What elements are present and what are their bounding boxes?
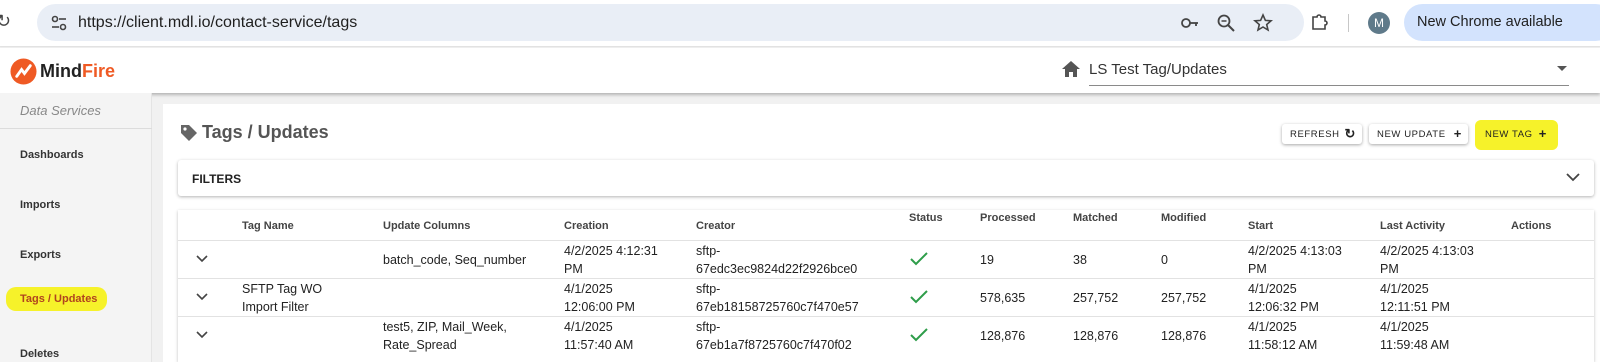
cell-creator: sftp- 67eb18158725760c7f470e57 [696, 282, 859, 314]
cell-creation: 4/1/2025 11:57:40 AM [564, 320, 634, 352]
cell-processed: 578,635 [980, 291, 1026, 305]
chevron-down-icon[interactable] [196, 293, 208, 301]
cell-creation: 4/2/2025 4:12:31 PM [564, 244, 658, 276]
new-update-label: NEW UPDATE [1377, 129, 1446, 140]
new-update-button[interactable]: NEW UPDATE + [1369, 124, 1468, 144]
project-select[interactable]: LS Test Tag/Updates [1089, 58, 1569, 86]
extensions-icon[interactable] [1309, 11, 1329, 31]
col-header-matched[interactable]: Matched [1073, 212, 1118, 224]
plus-icon: + [1453, 126, 1462, 141]
project-select-value: LS Test Tag/Updates [1089, 61, 1227, 78]
profile-avatar[interactable]: M [1368, 12, 1390, 34]
sidebar-item-exports[interactable]: Exports [20, 249, 61, 261]
brand-fire: Fire [82, 60, 116, 81]
reload-icon[interactable]: ↻ [0, 11, 11, 32]
brand-mind: Mind [40, 60, 82, 81]
tags-table: Tag Name Update Columns Creation Creator… [178, 210, 1594, 362]
status-check-icon [910, 328, 928, 342]
site-info-icon[interactable] [49, 13, 69, 33]
chevron-down-icon[interactable] [196, 331, 208, 339]
cell-matched: 128,876 [1073, 329, 1119, 343]
home-icon[interactable] [1061, 60, 1081, 78]
plus-icon: + [1538, 126, 1547, 141]
cell-start: 4/2/2025 4:13:03 PM [1248, 244, 1342, 276]
sidebar-section-title: Data Services [20, 103, 101, 118]
cell-start: 4/1/2025 11:58:12 AM [1248, 320, 1318, 352]
new-tag-label: NEW TAG [1485, 129, 1533, 140]
mindfire-logo[interactable]: MindFire [10, 57, 115, 85]
cell-creation: 4/1/2025 12:06:00 PM [564, 282, 635, 314]
sidebar-item-tags-updates[interactable]: Tags / Updates [6, 287, 108, 311]
sidebar-item-deletes[interactable]: Deletes [20, 348, 59, 360]
filters-label: FILTERS [192, 172, 242, 186]
cell-start: 4/1/2025 12:06:32 PM [1248, 282, 1319, 314]
mindfire-logo-icon [10, 57, 37, 85]
col-header-creator[interactable]: Creator [696, 220, 735, 232]
table-row[interactable]: batch_code, Seq_number 4/2/2025 4:12:31 P… [178, 240, 1594, 278]
sidebar-item-label: Tags / Updates [6, 287, 108, 311]
status-check-icon [910, 290, 928, 304]
col-header-tag-name[interactable]: Tag Name [242, 220, 294, 232]
sidebar-divider [0, 128, 152, 129]
table-row[interactable]: test5, ZIP, Mail_Week, Rate_Spread 4/1/20… [178, 316, 1594, 354]
col-header-processed[interactable]: Processed [980, 212, 1036, 224]
cell-tag-name: SFTP Tag WO Import Filter [242, 282, 323, 314]
cell-modified: 0 [1161, 253, 1168, 267]
password-key-icon[interactable] [1180, 13, 1200, 33]
col-header-actions: Actions [1511, 220, 1552, 232]
col-header-update-columns[interactable]: Update Columns [383, 220, 470, 232]
cell-matched: 38 [1073, 253, 1087, 267]
browser-toolbar: ↻ https://client.mdl.io/contact-service/… [0, 0, 1600, 47]
main-panel: Tags / Updates REFRESH ↻ NEW UPDATE + NE… [163, 104, 1600, 362]
col-header-last-activity[interactable]: Last Activity [1380, 220, 1445, 232]
cell-processed: 128,876 [980, 329, 1026, 343]
refresh-button[interactable]: REFRESH ↻ [1282, 124, 1362, 144]
sidebar: Data Services Dashboards Imports Exports… [0, 93, 152, 362]
app-header: MindFire LS Test Tag/Updates [0, 48, 1600, 93]
cell-last-activity: 4/2/2025 4:13:03 PM [1380, 244, 1474, 276]
refresh-icon: ↻ [1344, 126, 1356, 141]
zoom-icon[interactable] [1216, 13, 1236, 33]
col-header-status[interactable]: Status [909, 212, 943, 224]
status-check-icon [910, 252, 928, 266]
tag-icon [181, 125, 197, 141]
new-chrome-button[interactable]: New Chrome available [1404, 4, 1600, 41]
cell-last-activity: 4/1/2025 12:11:51 PM [1380, 282, 1450, 314]
cell-update-columns: batch_code, Seq_number [383, 253, 527, 267]
address-bar[interactable]: https://client.mdl.io/contact-service/ta… [37, 4, 1304, 41]
chevron-down-icon [1557, 66, 1567, 71]
url-text[interactable]: https://client.mdl.io/contact-service/ta… [78, 14, 357, 32]
chevron-down-icon[interactable] [1566, 172, 1580, 182]
filters-panel[interactable]: FILTERS [178, 160, 1594, 196]
page-title: Tags / Updates [202, 122, 329, 142]
cell-matched: 257,752 [1073, 291, 1119, 305]
toolbar-separator [1348, 14, 1349, 32]
cell-processed: 19 [980, 253, 994, 267]
table-row[interactable]: SFTP Tag WO Import Filter 4/1/2025 12:06:0… [178, 278, 1594, 316]
chevron-down-icon[interactable] [196, 255, 208, 263]
cell-modified: 257,752 [1161, 291, 1207, 305]
refresh-label: REFRESH [1290, 129, 1340, 140]
sidebar-item-imports[interactable]: Imports [20, 199, 60, 211]
cell-creator: sftp- 67edc3ec9824d22f2926bce0 [696, 244, 858, 276]
cell-update-columns: test5, ZIP, Mail_Week, Rate_Spread [383, 320, 507, 352]
cell-modified: 128,876 [1161, 329, 1207, 343]
new-tag-button[interactable]: NEW TAG + [1476, 124, 1553, 144]
col-header-modified[interactable]: Modified [1161, 212, 1206, 224]
col-header-creation[interactable]: Creation [564, 220, 609, 232]
bookmark-star-icon[interactable] [1253, 13, 1273, 33]
col-header-start[interactable]: Start [1248, 220, 1273, 232]
sidebar-item-dashboards[interactable]: Dashboards [20, 149, 84, 161]
cell-creator: sftp- 67eb1a7f8725760c7f470f02 [696, 320, 852, 352]
cell-last-activity: 4/1/2025 11:59:48 AM [1380, 320, 1450, 352]
